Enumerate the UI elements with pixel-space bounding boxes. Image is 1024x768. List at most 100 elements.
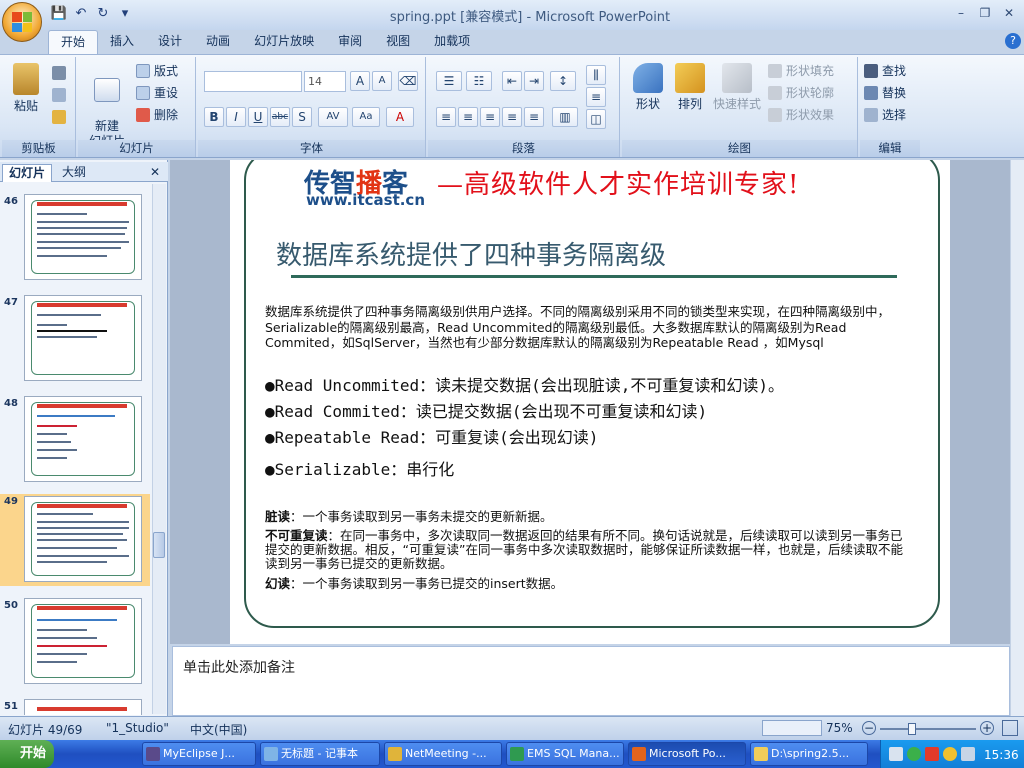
taskbar-item[interactable]: 无标题 - 记事本 (260, 742, 380, 766)
language-indicator[interactable]: 中文(中国) (190, 721, 247, 738)
tab-slideshow[interactable]: 幻灯片放映 (242, 30, 326, 54)
bullet-read-uncommitted[interactable]: ●Read Uncommited：读未提交数据(会出现脏读,不可重复读和幻读)。 (265, 372, 784, 396)
tray-antivirus-icon[interactable] (925, 747, 939, 761)
change-case-icon[interactable]: Aa (352, 107, 380, 127)
delete-slide-button[interactable]: 删除 (136, 105, 178, 125)
decrease-indent-icon[interactable]: ⇤ (502, 71, 522, 91)
columns-icon[interactable]: ▥ (552, 107, 578, 127)
underline-icon[interactable]: U (248, 107, 268, 127)
bullet-serializable[interactable]: ●Serializable：串行化 (265, 456, 454, 480)
slide-thumbnail-selected[interactable]: 49 (0, 494, 150, 586)
tab-animations[interactable]: 动画 (194, 30, 242, 54)
taskbar-item[interactable]: EMS SQL Mana... (506, 742, 624, 766)
slides-pane-scrollbar[interactable] (152, 184, 166, 714)
tray-volume-icon[interactable] (961, 747, 975, 761)
tab-view[interactable]: 视图 (374, 30, 422, 54)
slide-paragraph[interactable]: 数据库系统提供了四种事务隔离级别供用户选择。不同的隔离级别采用不同的锁类型来实现… (265, 304, 905, 351)
def-phantom-read[interactable]: 幻读：一个事务读取到另一事务已提交的insert数据。 (265, 577, 905, 591)
grow-font-icon[interactable]: A (350, 71, 370, 91)
undo-icon[interactable]: ↶ (72, 5, 90, 23)
office-button[interactable] (2, 2, 42, 42)
distribute-icon[interactable]: ≡ (524, 107, 544, 127)
tab-addins[interactable]: 加载项 (422, 30, 482, 54)
tab-home[interactable]: 开始 (48, 30, 99, 54)
customize-qat-icon[interactable]: ▾ (116, 5, 134, 23)
new-slide-button[interactable]: 新建 幻灯片 (82, 63, 132, 149)
taskbar-item[interactable]: D:\spring2.5... (750, 742, 868, 766)
numbering-icon[interactable]: ☷ (466, 71, 492, 91)
tab-design[interactable]: 设计 (146, 30, 194, 54)
taskbar-item[interactable]: MyEclipse J... (142, 742, 256, 766)
start-button[interactable]: 开始 (0, 740, 54, 768)
zoom-slider-thumb[interactable] (908, 723, 916, 735)
smartart-icon[interactable]: ◫ (586, 109, 606, 129)
tray-printer-icon[interactable] (889, 747, 903, 761)
arrange-button[interactable]: 排列 (670, 63, 710, 112)
justify-icon[interactable]: ≡ (502, 107, 522, 127)
shape-effects-button[interactable]: 形状效果 (768, 105, 834, 125)
close-pane-icon[interactable]: ✕ (144, 164, 166, 182)
cut-button[interactable] (52, 63, 66, 83)
tab-review[interactable]: 审阅 (326, 30, 374, 54)
font-size-combo[interactable]: 14 (304, 71, 346, 92)
taskbar-item-active[interactable]: Microsoft Po... (628, 742, 746, 766)
layout-button[interactable]: 版式 (136, 61, 178, 81)
format-painter-button[interactable] (52, 107, 66, 127)
font-color-icon[interactable]: A (386, 107, 414, 127)
strikethrough-icon[interactable]: abc (270, 107, 290, 127)
bold-icon[interactable]: B (204, 107, 224, 127)
zoom-slider[interactable] (880, 728, 976, 730)
tray-messenger-icon[interactable] (943, 747, 957, 761)
zoom-in-icon[interactable]: + (980, 721, 994, 735)
scrollbar-thumb[interactable] (153, 532, 165, 558)
view-buttons[interactable] (762, 720, 822, 736)
slide-thumbnail[interactable]: 51 (0, 699, 150, 715)
shape-fill-button[interactable]: 形状填充 (768, 61, 834, 81)
shadow-icon[interactable]: S (292, 107, 312, 127)
replace-button[interactable]: 替换 (864, 83, 906, 103)
redo-icon[interactable]: ↻ (94, 5, 112, 23)
fit-to-window-icon[interactable] (1002, 720, 1018, 736)
editor-scrollbar[interactable] (1010, 160, 1024, 716)
tab-insert[interactable]: 插入 (98, 30, 146, 54)
tray-network-icon[interactable] (907, 747, 921, 761)
tab-outline-pane[interactable]: 大纲 (56, 164, 92, 182)
minimize-button[interactable]: – (950, 4, 972, 22)
clear-format-icon[interactable]: ⌫ (398, 71, 418, 91)
align-center-icon[interactable]: ≡ (458, 107, 478, 127)
bullets-icon[interactable]: ☰ (436, 71, 462, 91)
slide-thumbnail[interactable]: 50 (0, 598, 150, 690)
align-left-icon[interactable]: ≡ (436, 107, 456, 127)
notes-pane[interactable]: 单击此处添加备注 (172, 646, 1010, 716)
restore-button[interactable]: ❐ (974, 4, 996, 22)
increase-indent-icon[interactable]: ⇥ (524, 71, 544, 91)
save-icon[interactable]: 💾 (50, 5, 68, 23)
select-button[interactable]: 选择 (864, 105, 906, 125)
zoom-level[interactable]: 75% (826, 721, 853, 735)
def-dirty-read[interactable]: 脏读：一个事务读取到另一事务未提交的更新新据。 (265, 510, 905, 524)
quick-styles-button[interactable]: 快速样式 (710, 63, 764, 112)
align-right-icon[interactable]: ≡ (480, 107, 500, 127)
taskbar-item[interactable]: NetMeeting -... (384, 742, 502, 766)
tab-slides-pane[interactable]: 幻灯片 (2, 164, 53, 182)
shapes-button[interactable]: 形状 (628, 63, 668, 112)
font-name-combo[interactable] (204, 71, 302, 92)
zoom-out-icon[interactable]: − (862, 721, 876, 735)
slide-thumbnail[interactable]: 47 (0, 295, 150, 387)
help-icon[interactable]: ? (1005, 33, 1021, 49)
paste-button[interactable]: 粘贴 (6, 63, 46, 114)
close-button[interactable]: ✕ (998, 4, 1020, 22)
find-button[interactable]: 查找 (864, 61, 906, 81)
char-spacing-icon[interactable]: AV (318, 107, 348, 127)
align-text-icon[interactable]: ≡ (586, 87, 606, 107)
copy-button[interactable] (52, 85, 66, 105)
shape-outline-button[interactable]: 形状轮廓 (768, 83, 834, 103)
shrink-font-icon[interactable]: A (372, 71, 392, 91)
slide-thumbnail[interactable]: 48 (0, 396, 150, 488)
slide-heading[interactable]: 数据库系统提供了四种事务隔离级 (276, 235, 666, 272)
slide-thumbnail[interactable]: 46 (0, 194, 150, 286)
def-nonrepeatable-read[interactable]: 不可重复读：在同一事务中，多次读取同一数据返回的结果有所不同。换句话说就是，后续… (265, 529, 905, 571)
line-spacing-icon[interactable]: ↕ (550, 71, 576, 91)
bullet-read-committed[interactable]: ●Read Commited：读已提交数据(会出现不可重复读和幻读) (265, 398, 707, 422)
text-direction-icon[interactable]: ⫼ (586, 65, 606, 85)
